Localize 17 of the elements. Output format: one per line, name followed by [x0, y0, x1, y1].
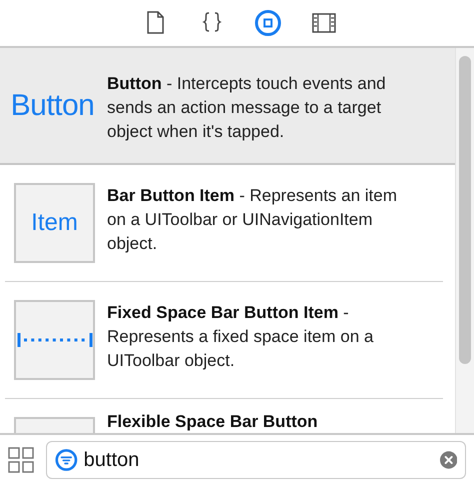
filter-icon [55, 447, 78, 473]
item-description: Flexible Space Bar Button [107, 411, 318, 433]
item-description: Fixed Space Bar Button Item - Represents a fixed space item on a UIToolbar object. [107, 302, 374, 372]
library-item[interactable]: Fixed Space Bar Button Item - Represents a fixed space item on a UIToolbar object. [5, 282, 443, 399]
button-preview: Button [10, 88, 94, 124]
fixed-space-icon [16, 332, 92, 348]
clear-icon[interactable] [440, 450, 457, 470]
object-tab[interactable] [254, 9, 282, 37]
item-description: Button - Intercepts touch events and sends an action message to a target object when it's tapped. [107, 73, 387, 143]
scrollbar-thumb[interactable] [459, 56, 471, 364]
library-item[interactable]: Item Bar Button Item - Represents an item on a UIToolbar or UINavigationItem object. [5, 165, 443, 282]
item-description: Bar Button Item - Represents an item on a UIToolbar or UINavigationItem object. [107, 185, 398, 255]
grid-icon[interactable] [8, 447, 34, 473]
library-item[interactable]: Button Button - Intercepts touch events and sends an action message to a target object when it's tapped. [0, 48, 455, 165]
search-field[interactable]: button [46, 441, 466, 479]
item-preview: Item [31, 208, 78, 238]
search-input[interactable]: button [84, 445, 434, 475]
